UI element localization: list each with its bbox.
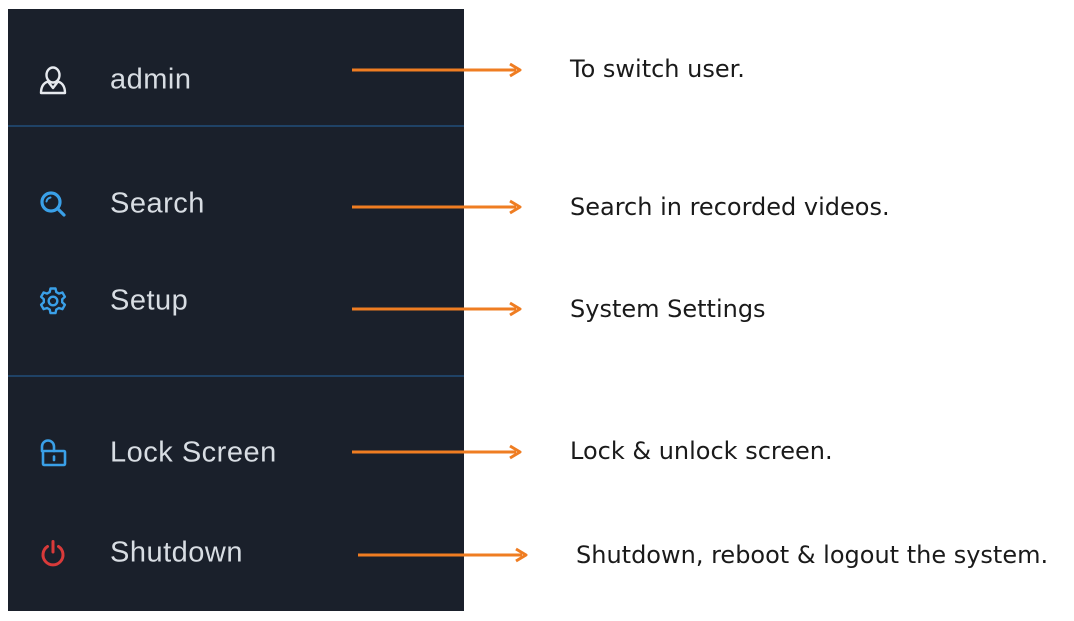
menu-label-lock-screen: Lock Screen	[110, 436, 277, 469]
annotation-shutdown: Shutdown, reboot & logout the system.	[576, 541, 1049, 569]
arrow-setup	[352, 299, 524, 319]
menu-label-setup: Setup	[110, 284, 189, 317]
annotation-lock: Lock & unlock screen.	[570, 437, 833, 465]
menu-divider	[8, 375, 464, 377]
menu-label-search: Search	[110, 187, 205, 220]
annotation-search: Search in recorded videos.	[570, 193, 890, 221]
menu-item-admin[interactable]: admin	[8, 50, 464, 110]
annotation-switch-user: To switch user.	[570, 55, 745, 83]
user-icon	[38, 65, 68, 95]
menu-label-shutdown: Shutdown	[110, 536, 243, 569]
arrow-shutdown	[358, 545, 530, 565]
gear-icon	[38, 286, 68, 316]
annotation-settings: System Settings	[570, 295, 766, 323]
search-icon	[38, 189, 68, 219]
arrow-lock-screen	[352, 442, 524, 462]
power-icon	[38, 538, 68, 568]
unlock-icon	[38, 438, 68, 468]
diagram-stage: admin Search Setup Lock Screen Shutdown …	[0, 0, 1074, 621]
menu-label-admin: admin	[110, 63, 192, 96]
arrow-search	[352, 197, 524, 217]
menu-divider	[8, 125, 464, 127]
arrow-admin	[352, 60, 524, 80]
